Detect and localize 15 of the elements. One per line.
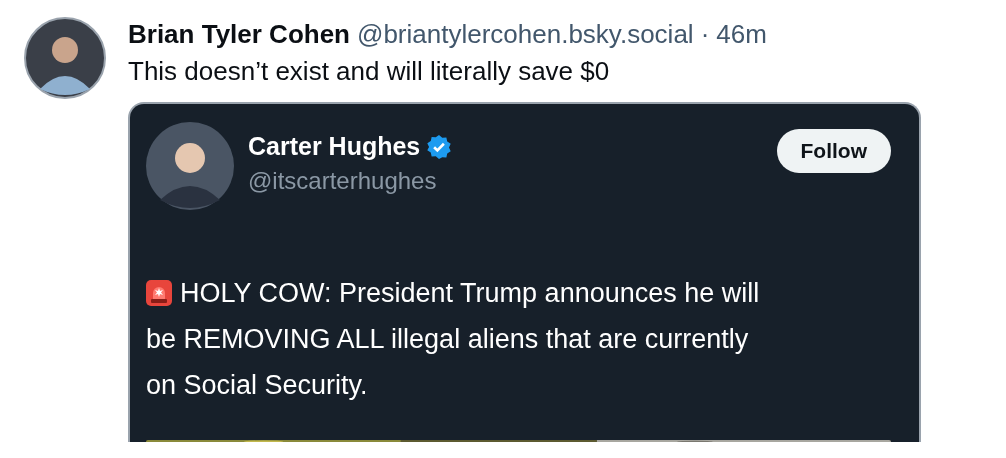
author-name[interactable]: Carter Hughes: [248, 132, 421, 161]
follow-button[interactable]: Follow: [776, 129, 891, 173]
embedded-post-card[interactable]: Carter Hughes @itscarterhughes Follow HOLY COW: President Trump announces he will be REMOVING ALL illegal aliens that are currently on Social Security.: [128, 102, 921, 442]
separator: ·: [700, 19, 710, 50]
post-text: This doesn’t exist and will literally save $0: [128, 56, 611, 87]
post-text-line: be REMOVING ALL illegal aliens that are currently: [146, 323, 749, 356]
author-handle[interactable]: @itscarterhughes: [248, 167, 777, 195]
author-handle[interactable]: @briantylercohen.bsky.social: [357, 19, 694, 50]
post-text-line: HOLY COW: President Trump announces he will: [180, 277, 760, 310]
post-text-line: on Social Security.: [146, 369, 368, 402]
avatar[interactable]: [24, 17, 106, 99]
avatar[interactable]: [146, 122, 234, 210]
timestamp[interactable]: 46m: [716, 19, 767, 50]
author-name[interactable]: Brian Tyler Cohen: [128, 19, 350, 50]
siren-icon: [146, 280, 172, 306]
